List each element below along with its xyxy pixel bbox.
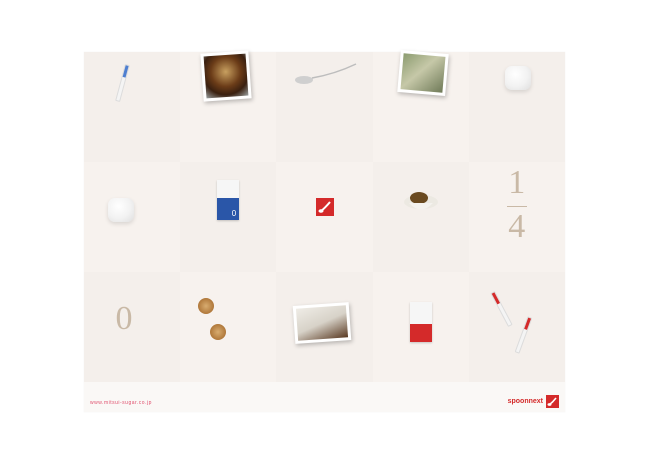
sugar-cube-icon xyxy=(108,198,134,222)
fraction-numerator: 1 xyxy=(508,164,526,201)
tile-stick-blue xyxy=(84,52,181,162)
cookie-icon xyxy=(210,324,227,340)
tile-sugar-cube-2 xyxy=(84,162,181,272)
sugar-cube-icon xyxy=(504,66,531,90)
footer-url[interactable]: www.mitsui-sugar.co.jp xyxy=(90,400,152,406)
cookie-icon xyxy=(198,298,215,314)
tile-sticks-red xyxy=(468,272,565,382)
fraction-bar xyxy=(506,206,527,207)
brand-mark: spoonnext xyxy=(508,395,559,408)
food-photo xyxy=(200,50,252,102)
tile-food-photo xyxy=(180,50,277,162)
tile-fraction: 1 4 xyxy=(468,162,565,272)
tile-product-pack-red xyxy=(372,272,469,382)
brand-logo-icon xyxy=(546,395,559,408)
tile-photo-people xyxy=(372,49,469,162)
tile-sugar-cube xyxy=(468,52,565,162)
spoon-icon xyxy=(295,63,357,84)
tile-grid: 0 1 4 0 xyxy=(84,49,565,382)
product-pack-icon: 0 xyxy=(217,180,240,220)
fraction-denominator: 4 xyxy=(508,208,526,245)
product-pack-icon xyxy=(409,302,432,342)
pack-label: 0 xyxy=(231,209,237,218)
tile-dessert-bowl xyxy=(372,162,469,272)
tile-product-pack-blue: 0 xyxy=(180,162,277,272)
brand-name: spoonnext xyxy=(507,398,543,405)
tile-spoon xyxy=(276,52,373,162)
dessert-bowl-icon xyxy=(403,192,438,210)
tile-coffee-photo xyxy=(276,272,373,382)
poster: 0 1 4 0 www.mitsui-sugar.co.jp spoonnext xyxy=(84,49,565,412)
zero-digit: 0 xyxy=(115,300,133,337)
coffee-photo xyxy=(293,302,352,344)
brand-logo-icon xyxy=(316,198,335,216)
tile-logo xyxy=(276,162,373,272)
sugar-stick-icon xyxy=(490,291,513,327)
sugar-stick-icon xyxy=(514,316,533,354)
sugar-stick-icon xyxy=(115,64,130,102)
people-photo xyxy=(396,49,449,97)
tile-zero: 0 xyxy=(84,272,181,382)
tile-cookies xyxy=(180,272,277,382)
